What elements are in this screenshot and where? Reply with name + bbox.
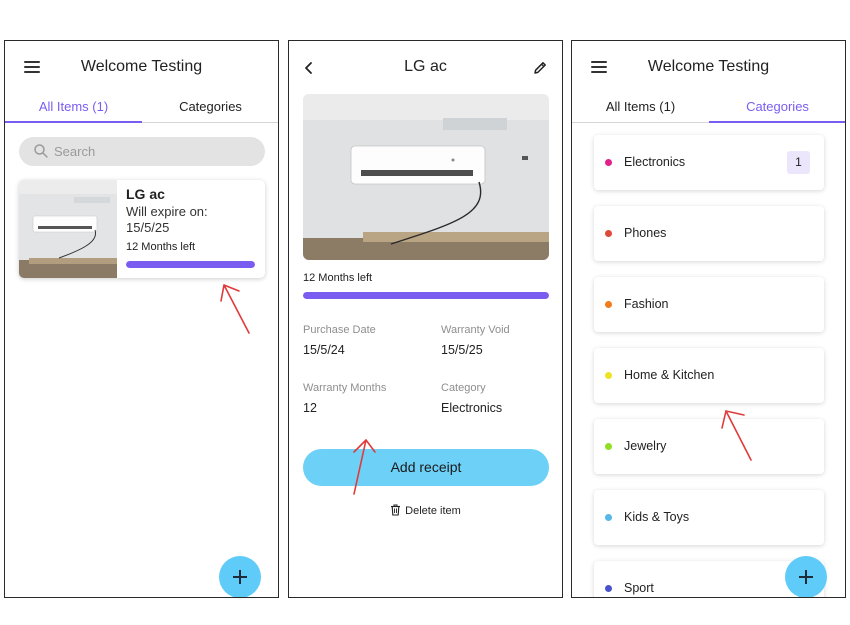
category-color-dot: [605, 585, 612, 592]
category-color-dot: [605, 372, 612, 379]
tab-categories[interactable]: Categories: [709, 99, 845, 123]
category-name: Sport: [624, 581, 654, 595]
tab-all-items[interactable]: All Items (1): [572, 99, 709, 123]
purchase-date-label: Purchase Date: [303, 324, 376, 336]
search-placeholder: Search: [54, 144, 96, 159]
item-detail-screen: LG ac 12 Months left Purchase Date 15/5/…: [288, 40, 563, 598]
delete-item-label: Delete item: [405, 505, 461, 517]
warranty-progress-bar: [303, 292, 549, 299]
delete-item-button[interactable]: Delete item: [289, 504, 562, 520]
category-color-dot: [605, 230, 612, 237]
category-color-dot: [605, 159, 612, 166]
expire-date: 15/5/25: [126, 220, 170, 235]
category-name: Kids & Toys: [624, 510, 690, 524]
category-card[interactable]: Electronics 1: [594, 135, 824, 190]
warranty-void-label: Warranty Void: [441, 324, 510, 336]
category-count-badge: 1: [787, 151, 810, 174]
category-color-dot: [605, 443, 612, 450]
months-left-text: 12 Months left: [126, 241, 196, 253]
tab-bar: All Items (1) Categories: [5, 99, 278, 123]
categories-screen: Welcome Testing All Items (1) Categories…: [571, 40, 846, 598]
warranty-progress-fill: [126, 261, 255, 268]
category-name: Fashion: [624, 297, 669, 311]
item-card[interactable]: LG ac Will expire on: 15/5/25 12 Months …: [19, 180, 265, 278]
app-bar: Welcome Testing: [572, 41, 845, 95]
pencil-icon[interactable]: [532, 60, 548, 76]
category-name: Home & Kitchen: [624, 368, 715, 382]
add-receipt-button[interactable]: Add receipt: [303, 449, 549, 486]
app-title: Welcome Testing: [647, 58, 770, 75]
category-card[interactable]: Home & Kitchen: [594, 348, 824, 403]
item-name: LG ac: [126, 186, 165, 202]
category-color-dot: [605, 301, 612, 308]
category-name: Jewelry: [624, 439, 667, 453]
category-card[interactable]: Kids & Toys: [594, 490, 824, 545]
warranty-months-value: 12: [303, 401, 317, 415]
tab-all-items[interactable]: All Items (1): [5, 99, 142, 123]
trash-icon: [391, 504, 401, 516]
warranty-progress-bar: [126, 261, 255, 268]
warranty-void-value: 15/5/25: [441, 343, 483, 357]
category-card[interactable]: Phones: [594, 206, 824, 261]
item-photo: [303, 94, 549, 260]
months-left-text: 12 Months left: [303, 272, 373, 284]
add-item-button[interactable]: [219, 556, 261, 597]
app-bar: LG ac: [289, 41, 562, 95]
app-title: Welcome Testing: [80, 58, 203, 75]
page-title: LG ac: [404, 58, 447, 75]
category-card[interactable]: Fashion: [594, 277, 824, 332]
category-value: Electronics: [441, 401, 503, 415]
search-input[interactable]: Search: [19, 137, 265, 166]
tab-categories[interactable]: Categories: [142, 99, 278, 123]
tab-bar: All Items (1) Categories: [572, 99, 845, 123]
item-expiry: Will expire on: 15/5/25: [126, 204, 256, 236]
expire-label: Will expire on:: [126, 204, 208, 219]
search-icon: [34, 144, 48, 158]
item-list-screen: Welcome Testing All Items (1) Categories…: [4, 40, 279, 598]
category-color-dot: [605, 514, 612, 521]
category-name: Phones: [624, 226, 667, 240]
category-card[interactable]: Jewelry: [594, 419, 824, 474]
warranty-months-label: Warranty Months: [303, 382, 387, 394]
app-bar: Welcome Testing: [5, 41, 278, 95]
purchase-date-value: 15/5/24: [303, 343, 345, 357]
category-label: Category: [441, 382, 486, 394]
category-name: Electronics: [624, 155, 686, 169]
add-category-button[interactable]: [785, 556, 827, 597]
warranty-progress-fill: [303, 292, 549, 299]
item-thumbnail: [19, 180, 117, 278]
